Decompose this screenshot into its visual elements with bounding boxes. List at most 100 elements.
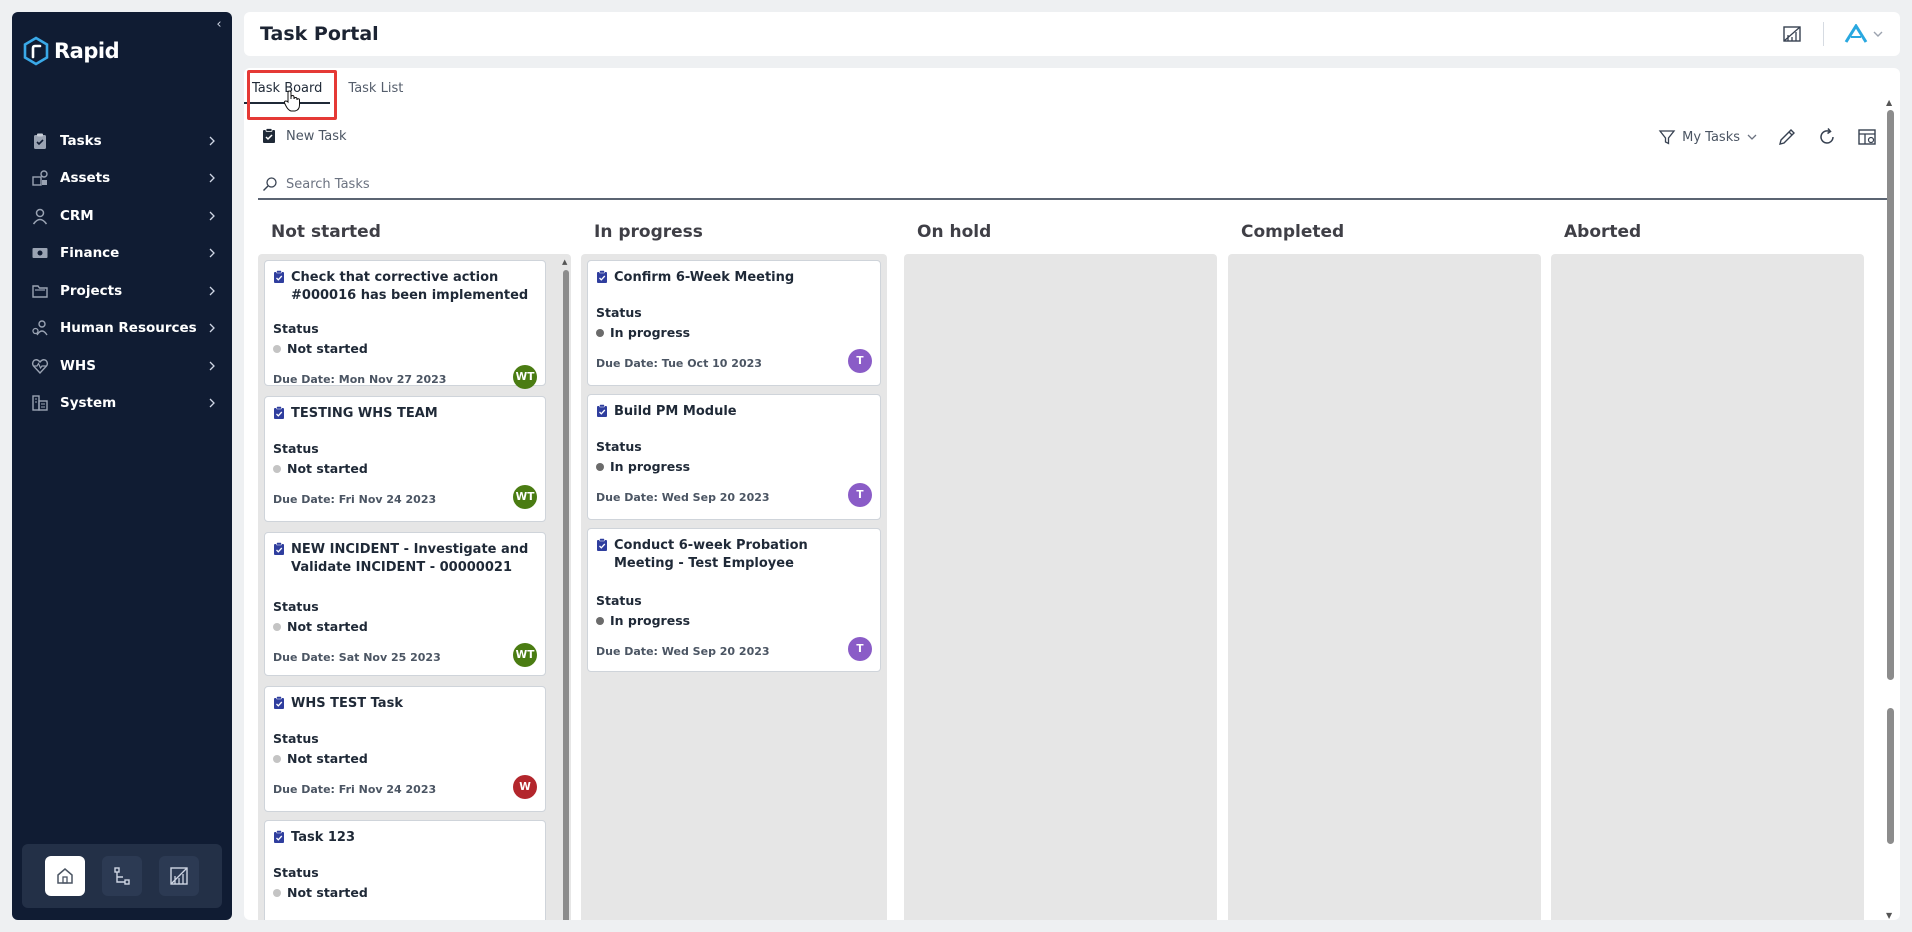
status-dot	[596, 328, 604, 337]
chevron-right-icon	[209, 173, 215, 183]
report-button[interactable]	[159, 856, 200, 896]
task-card[interactable]: Conduct 6-week Probation Meeting - Test …	[587, 528, 881, 672]
workflow-button[interactable]	[101, 856, 142, 896]
status-value: Not started	[287, 461, 368, 476]
chevron-down-icon	[1747, 134, 1757, 140]
sidebar-item-label: Tasks	[60, 132, 102, 149]
task-card[interactable]: NEW INCIDENT - Investigate and Validate …	[264, 532, 546, 676]
scrollbar-thumb[interactable]	[1887, 110, 1894, 680]
report-icon	[1783, 26, 1801, 42]
assignee-avatar[interactable]: T	[848, 483, 872, 507]
search-icon	[263, 177, 277, 191]
assignee-avatar[interactable]: W	[513, 775, 537, 799]
column-settings-button[interactable]	[1856, 126, 1878, 148]
sidebar: ‹ Rapid Tasks Assets CRM Finance Project…	[12, 12, 232, 920]
sidebar-item-crm[interactable]: CRM	[12, 197, 232, 235]
status-value: In progress	[610, 613, 691, 628]
heartbeat-icon	[30, 356, 50, 376]
sidebar-item-projects[interactable]: Projects	[12, 272, 232, 310]
board-scrollbar[interactable]: ▲ ▼	[1884, 98, 1896, 920]
task-title: Build PM Module	[614, 404, 737, 419]
assignee-avatar[interactable]: T	[848, 349, 872, 373]
due-date: Mon Nov 27 2023	[338, 373, 447, 386]
chevron-right-icon	[209, 361, 215, 371]
due-date: Sat Nov 25 2023	[338, 651, 441, 664]
assignee-avatar[interactable]: WT	[513, 643, 537, 667]
task-icon	[597, 538, 607, 551]
task-card[interactable]: TESTING WHS TEAM Status Not started Due …	[264, 396, 546, 522]
collapse-sidebar-icon[interactable]: ‹	[212, 18, 226, 32]
task-card[interactable]: WHS TEST Task Status Not started Due Dat…	[264, 686, 546, 812]
new-task-button[interactable]: New Task	[262, 128, 347, 144]
assignee-avatar[interactable]: WT	[513, 485, 537, 509]
column-scrollbar[interactable]: ▲	[561, 254, 571, 920]
bottom-tray	[22, 844, 222, 908]
task-card[interactable]: Build PM Module Status In progress Due D…	[587, 394, 881, 520]
folder-icon	[30, 281, 50, 301]
people-icon	[30, 318, 50, 338]
edit-button[interactable]	[1776, 126, 1798, 148]
scroll-up-icon[interactable]: ▲	[562, 258, 567, 266]
due-label: Due Date:	[273, 373, 335, 386]
task-icon	[274, 830, 284, 843]
task-card[interactable]: Confirm 6-Week Meeting Status In progres…	[587, 260, 881, 386]
main-panel: Task Board Task List New Task My Tasks S…	[244, 68, 1900, 920]
sidebar-item-label: Projects	[60, 282, 123, 299]
task-title: TESTING WHS TEAM	[291, 406, 438, 421]
task-icon	[274, 542, 284, 555]
user-menu[interactable]	[1844, 24, 1884, 44]
sidebar-item-label: Human Resources	[60, 320, 197, 337]
due-label: Due Date:	[273, 651, 335, 664]
page-title: Task Portal	[260, 23, 379, 45]
task-card[interactable]: Task 123 Status Not started	[264, 820, 546, 920]
task-card[interactable]: Check that corrective action #000016 has…	[264, 260, 546, 389]
sidebar-item-whs[interactable]: WHS	[12, 347, 232, 385]
refresh-icon	[1820, 128, 1834, 144]
sidebar-item-human-resources[interactable]: Human Resources	[12, 310, 232, 348]
search-input[interactable]	[286, 176, 1894, 192]
status-dot	[273, 344, 281, 353]
column-title: In progress	[594, 222, 703, 242]
home-button[interactable]	[44, 856, 85, 896]
board-toolbar: New Task My Tasks	[244, 124, 1900, 154]
column-body	[1551, 254, 1864, 920]
sidebar-item-assets[interactable]: Assets	[12, 160, 232, 198]
status-dot	[273, 888, 281, 897]
task-icon	[597, 404, 607, 417]
tab-task-list[interactable]: Task List	[340, 82, 411, 104]
scrollbar-thumb[interactable]	[1887, 708, 1894, 844]
chevron-right-icon	[209, 323, 215, 333]
my-tasks-filter[interactable]: My Tasks	[1658, 128, 1758, 146]
column-title: On hold	[917, 222, 992, 242]
status-dot	[273, 622, 281, 631]
refresh-button[interactable]	[1816, 126, 1838, 148]
assignee-avatar[interactable]: T	[848, 637, 872, 661]
reports-button[interactable]	[1781, 23, 1803, 45]
status-dot	[273, 464, 281, 473]
rapid-logo-icon	[23, 36, 49, 66]
sidebar-item-tasks[interactable]: Tasks	[12, 122, 232, 160]
column-title: Aborted	[1564, 222, 1642, 242]
tab-task-board[interactable]: Task Board	[244, 82, 331, 104]
sidebar-item-system[interactable]: System	[12, 385, 232, 423]
top-header: Task Portal	[244, 12, 1900, 56]
scroll-up-icon[interactable]: ▲	[1886, 98, 1892, 107]
scrollbar-thumb[interactable]	[563, 270, 569, 920]
status-value: In progress	[610, 325, 691, 340]
due-date: Tue Oct 10 2023	[661, 357, 762, 370]
sidebar-item-finance[interactable]: Finance	[12, 235, 232, 273]
status-label: Status	[273, 731, 319, 746]
task-icon	[274, 406, 284, 419]
chevron-right-icon	[209, 248, 215, 258]
column-body	[904, 254, 1217, 920]
due-label: Due Date:	[596, 357, 658, 370]
status-label: Status	[273, 599, 319, 614]
filter-icon	[1658, 130, 1676, 145]
assets-icon	[30, 168, 50, 188]
assignee-avatar[interactable]: WT	[513, 365, 537, 389]
scroll-down-icon[interactable]: ▼	[1886, 911, 1892, 920]
task-title: Check that corrective action #000016 has…	[291, 270, 529, 303]
filter-label: My Tasks	[1682, 129, 1740, 145]
logo[interactable]: Rapid	[22, 36, 120, 66]
task-icon	[274, 696, 284, 709]
